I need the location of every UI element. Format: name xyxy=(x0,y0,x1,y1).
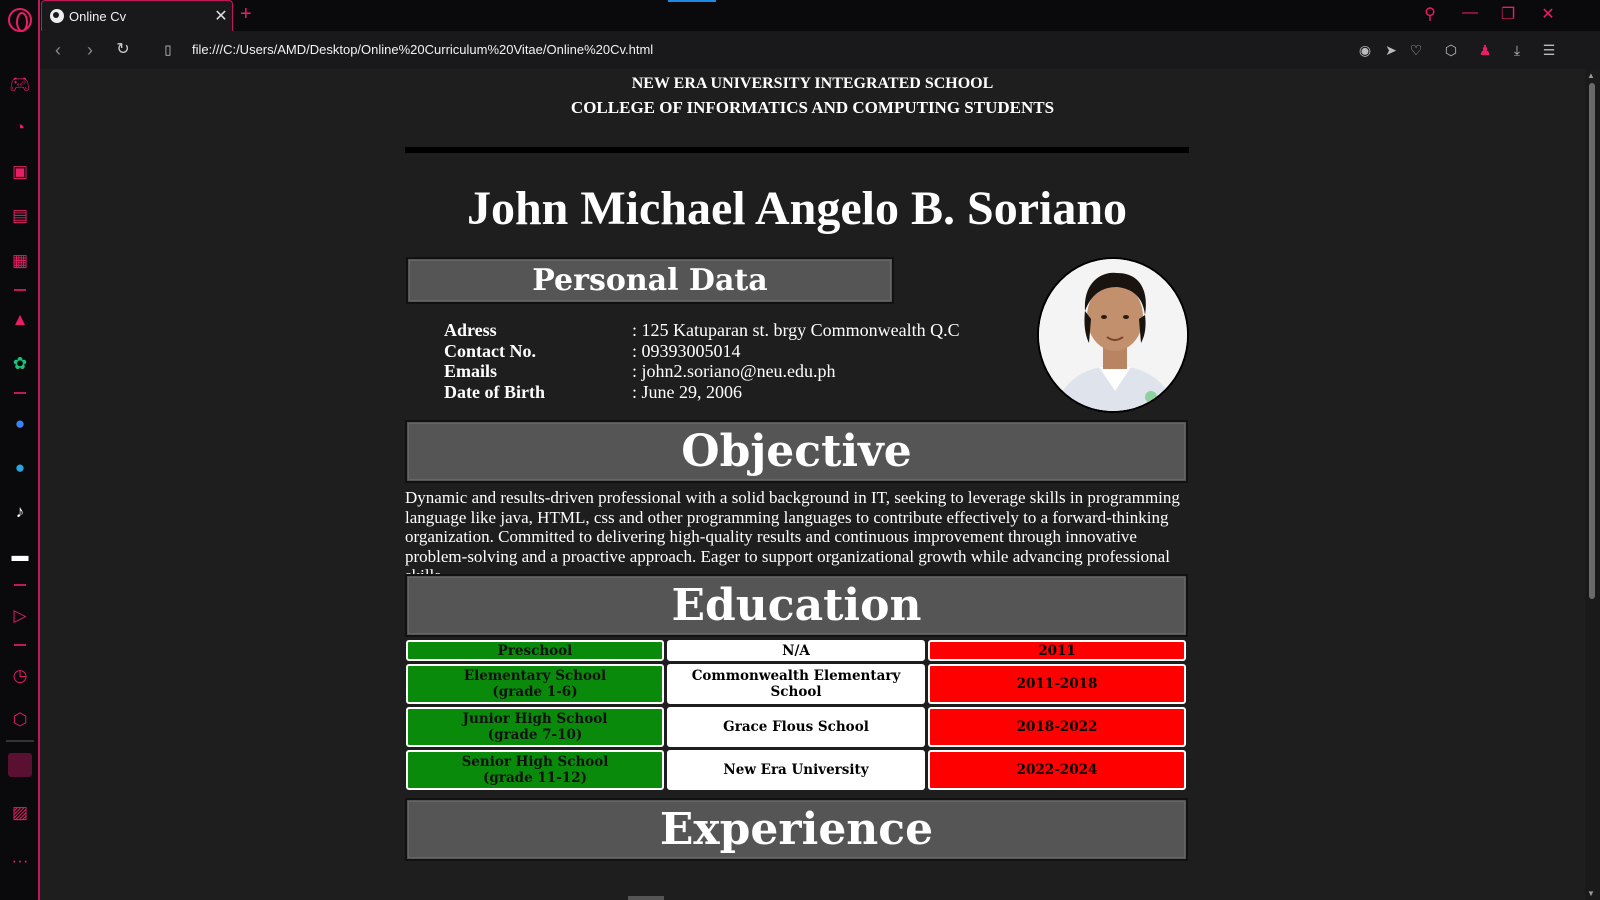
back-icon[interactable]: ‹ xyxy=(48,40,68,60)
file-icon: ▯ xyxy=(164,42,172,57)
cpu-icon[interactable]: ▦ xyxy=(8,248,32,272)
personal-data-label: Adress xyxy=(444,320,497,340)
tab-online-cv[interactable]: Online Cv ✕ xyxy=(41,0,233,31)
tiktok-icon[interactable]: ♪ xyxy=(8,499,32,523)
personal-data-heading: Personal Data xyxy=(406,257,894,304)
education-heading: Education xyxy=(405,574,1188,637)
education-years-cell: 2018-2022 xyxy=(928,707,1186,747)
forward-icon[interactable]: › xyxy=(80,40,100,60)
education-school-cell: Grace Flous School xyxy=(667,707,925,747)
opera-logo-icon[interactable] xyxy=(8,8,32,32)
send-icon[interactable]: ➤ xyxy=(1382,41,1400,59)
sidebar-separator xyxy=(14,392,26,394)
personal-data-table: Adress : 125 Katuparan st. brgy Commonwe… xyxy=(444,320,960,403)
page-viewport: NEW ERA UNIVERSITY INTEGRATED SCHOOL COL… xyxy=(40,69,1585,900)
speed-dial-icon[interactable]: ◔ xyxy=(8,115,32,139)
profile-icon[interactable]: ♟ xyxy=(1476,41,1494,59)
new-tab-button[interactable]: + xyxy=(240,3,252,26)
sidebar-separator xyxy=(6,740,34,742)
shopping-bag-icon[interactable]: ▣ xyxy=(8,159,32,183)
workspace-icon[interactable] xyxy=(8,753,32,777)
scrollbar-thumb[interactable] xyxy=(1589,83,1595,599)
minimize-icon[interactable]: — xyxy=(1458,4,1482,22)
menu-icon[interactable]: ☰ xyxy=(1540,41,1558,59)
education-level-cell: Senior High School (grade 11-12) xyxy=(406,750,664,790)
horizontal-scroll-indicator[interactable] xyxy=(628,896,664,900)
heart-icon[interactable]: ♡ xyxy=(1407,41,1425,59)
education-school-cell: N/A xyxy=(667,640,925,661)
profile-photo-illustration xyxy=(1039,259,1187,411)
url-field[interactable]: file:///C:/Users/AMD/Desktop/Online%20Cu… xyxy=(192,42,653,57)
discord-icon[interactable]: ▬ xyxy=(8,543,32,567)
school-name-line-1: NEW ERA UNIVERSITY INTEGRATED SCHOOL xyxy=(631,75,994,92)
personal-data-row: Adress : 125 Katuparan st. brgy Commonwe… xyxy=(444,320,960,341)
education-years-cell: 2011 xyxy=(928,640,1186,661)
scroll-down-icon[interactable]: ▼ xyxy=(1587,889,1595,898)
tab-bar: Online Cv ✕ + ⚲ — ❐ ✕ xyxy=(40,0,1600,31)
more-icon[interactable]: ··· xyxy=(8,848,32,872)
telegram-icon[interactable]: ● xyxy=(8,455,32,479)
messenger-icon[interactable]: ● xyxy=(8,411,32,435)
aria-icon[interactable]: ▲ xyxy=(8,307,32,331)
sidebar-separator xyxy=(14,644,26,646)
search-icon[interactable]: ⚲ xyxy=(1418,4,1442,24)
reload-icon[interactable]: ↻ xyxy=(113,40,133,60)
loading-indicator xyxy=(668,0,716,2)
chatgpt-icon[interactable]: ✿ xyxy=(8,351,32,375)
education-level-cell: Junior High School (grade 7-10) xyxy=(406,707,664,747)
education-row: Elementary School (grade 1-6) Commonweal… xyxy=(406,664,1188,704)
education-row: Preschool N/A 2011 xyxy=(406,640,1188,661)
experience-heading: Experience xyxy=(405,798,1188,861)
vertical-scrollbar[interactable]: ▲ ▼ xyxy=(1585,69,1600,900)
history-icon[interactable]: ◷ xyxy=(8,663,32,687)
globe-icon xyxy=(50,9,64,23)
education-row: Senior High School (grade 11-12) New Era… xyxy=(406,750,1188,790)
objective-heading: Objective xyxy=(405,420,1188,483)
education-table: Preschool N/A 2011 Elementary School (gr… xyxy=(406,640,1188,793)
education-level-cell: Elementary School (grade 1-6) xyxy=(406,664,664,704)
sidebar-separator xyxy=(14,289,26,291)
browser-sidebar: 🎮︎ ◔ ▣ ▤ ▦ ▲ ✿ ● ● ♪ ▬ ▷ ◷ ⬡ ▨ ··· xyxy=(0,0,40,900)
education-school-cell: Commonwealth Elementary School xyxy=(667,664,925,704)
tab-close-icon[interactable]: ✕ xyxy=(210,6,232,26)
education-level-cell: Preschool xyxy=(406,640,664,661)
personal-data-row: Date of Birth : June 29, 2006 xyxy=(444,382,960,403)
close-window-icon[interactable]: ✕ xyxy=(1536,4,1560,24)
profile-photo xyxy=(1037,257,1189,413)
school-name-line-2: COLLEGE OF INFORMATICS AND COMPUTING STU… xyxy=(570,98,1055,117)
personal-data-row: Emails : john2.soriano@neu.edu.ph xyxy=(444,361,960,382)
header-divider xyxy=(405,147,1189,153)
tab-title: Online Cv xyxy=(69,8,127,24)
education-row: Junior High School (grade 7-10) Grace Fl… xyxy=(406,707,1188,747)
education-school-cell: New Era University xyxy=(667,750,925,790)
player-icon[interactable]: ▷ xyxy=(8,603,32,627)
personal-data-value: : john2.soriano@neu.edu.ph xyxy=(632,361,836,382)
personal-data-value: : June 29, 2006 xyxy=(632,382,742,403)
snapshot-icon[interactable]: ◉ xyxy=(1356,41,1374,59)
education-years-cell: 2011-2018 xyxy=(928,664,1186,704)
address-bar: ‹ › ↻ ▯ file:///C:/Users/AMD/Desktop/Onl… xyxy=(40,31,1600,69)
personal-data-label: Date of Birth xyxy=(444,382,545,403)
download-icon[interactable]: ⤓ xyxy=(1508,41,1526,59)
restore-icon[interactable]: ❐ xyxy=(1496,4,1520,24)
personal-data-label: Emails xyxy=(444,361,498,382)
sidebar-separator xyxy=(14,584,26,586)
personal-data-value: : 125 Katuparan st. brgy Commonwealth Q.… xyxy=(632,320,960,340)
personal-data-value: : 09393005014 xyxy=(632,340,741,361)
twitch-icon[interactable]: ▤ xyxy=(8,203,32,227)
extensions-icon[interactable]: ⬡ xyxy=(8,707,32,731)
gamepad-icon[interactable]: 🎮︎ xyxy=(8,72,32,96)
gallery-icon[interactable]: ▨ xyxy=(8,800,32,824)
scroll-up-icon[interactable]: ▲ xyxy=(1587,71,1595,80)
education-years-cell: 2022-2024 xyxy=(928,750,1186,790)
objective-paragraph: Dynamic and results-driven professional … xyxy=(405,488,1180,585)
cv-name-heading: John Michael Angelo B. Soriano xyxy=(466,182,1128,235)
personal-data-label: Contact No. xyxy=(444,340,536,361)
cube-icon[interactable]: ⬡ xyxy=(1442,41,1460,59)
personal-data-row: Contact No. : 09393005014 xyxy=(444,341,960,362)
